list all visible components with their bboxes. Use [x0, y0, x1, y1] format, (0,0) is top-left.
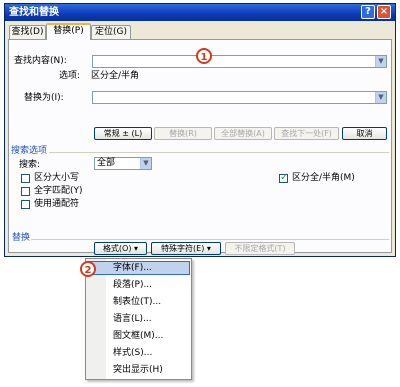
tab-panel: 查找内容(N): ▼ 选项: 区分全/半角 替换为(I): ▼ 常规 ± (L)… [8, 39, 392, 255]
replace-all-button[interactable]: 全部替换(A) [214, 127, 272, 140]
normal-toggle-button[interactable]: 常规 ± (L) [94, 127, 152, 140]
half-full-width-checkbox[interactable] [279, 172, 288, 183]
options-value: 区分全/半角 [91, 71, 140, 81]
find-replace-dialog: 查找和替换 ? × 查找(D) 替换(P) 定位(G) 查找内容(N): ▼ 选… [4, 3, 396, 257]
replace-label: 替换为(I): [24, 93, 64, 103]
replace-section-divider [31, 239, 389, 240]
tab-find[interactable]: 查找(D) [9, 25, 46, 39]
search-direction-arrow-icon[interactable]: ▼ [140, 158, 151, 169]
dialog-title: 查找和替换 [9, 7, 59, 18]
tab-replace[interactable]: 替换(P) [46, 23, 91, 40]
help-button[interactable]: ? [361, 5, 375, 19]
no-formatting-button[interactable]: 不限定格式(T) [225, 242, 295, 255]
title-bar[interactable]: 查找和替换 [5, 4, 395, 21]
special-characters-button[interactable]: 特殊字符(E) ▾ [151, 242, 221, 255]
callout-2: 2 [80, 261, 96, 277]
format-menu-button[interactable]: 格式(O) ▾ [94, 242, 147, 255]
tab-goto[interactable]: 定位(G) [91, 25, 131, 39]
wildcards-checkbox[interactable] [21, 200, 30, 209]
find-label: 查找内容(N): [14, 56, 67, 66]
menu-item-paragraph[interactable]: 段落(P)... [113, 278, 152, 292]
menu-item-highlight-text[interactable]: 突出显示(H) [113, 363, 163, 377]
find-input[interactable]: ▼ [92, 55, 387, 68]
search-options-title: 搜索选项 [11, 146, 48, 156]
find-next-button[interactable]: 查找下一处(F) [274, 127, 339, 140]
search-direction-value: 全部 [97, 158, 116, 168]
options-label: 选项: [59, 71, 81, 81]
cancel-button[interactable]: 取消 [342, 127, 387, 140]
replace-input[interactable]: ▼ [92, 91, 387, 104]
search-direction-label: 搜索: [19, 160, 41, 170]
menu-item-frame[interactable]: 图文框(M)... [113, 329, 163, 343]
search-options-divider [49, 152, 389, 153]
menu-item-font[interactable]: 字体(F)... [113, 261, 152, 275]
menu-item-tabs[interactable]: 制表位(T)... [113, 295, 161, 309]
whole-word-checkbox[interactable] [21, 187, 30, 196]
wildcards-label: 使用通配符 [34, 199, 80, 209]
replace-dropdown-arrow-icon[interactable]: ▼ [375, 92, 386, 103]
replace-section-title: 替换 [12, 233, 31, 243]
close-button[interactable]: × [377, 5, 391, 19]
menu-item-language[interactable]: 语言(L)... [113, 312, 152, 326]
half-full-width-label: 区分全/半角(M) [292, 173, 355, 183]
format-dropdown-menu: 字体(F)... 段落(P)... 制表位(T)... 语言(L)... 图文框… [85, 258, 192, 380]
replace-button[interactable]: 替换(R) [154, 127, 212, 140]
callout-1: 1 [196, 48, 212, 64]
search-direction-select[interactable]: 全部 ▼ [94, 157, 152, 170]
find-dropdown-arrow-icon[interactable]: ▼ [375, 56, 386, 67]
match-case-label: 区分大小写 [34, 173, 80, 183]
menu-item-style[interactable]: 样式(S)... [113, 346, 152, 360]
match-case-checkbox[interactable] [21, 174, 30, 183]
whole-word-label: 全字匹配(Y) [34, 186, 83, 196]
